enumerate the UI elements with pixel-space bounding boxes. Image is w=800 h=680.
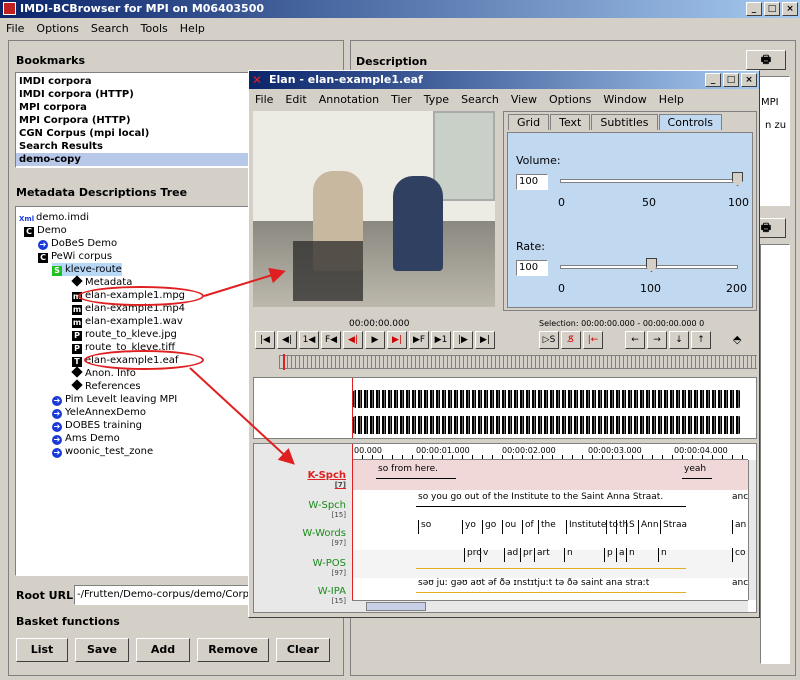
callout-arrow xyxy=(189,367,295,465)
callout-arrows xyxy=(189,267,295,465)
callout-arrow xyxy=(203,267,286,297)
